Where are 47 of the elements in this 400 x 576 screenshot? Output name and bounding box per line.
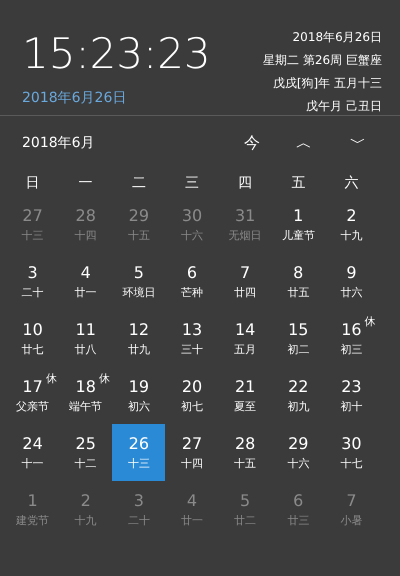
holiday-label: 休 bbox=[364, 314, 376, 328]
date-info-line: 戊戌[狗]年 五月十三 bbox=[272, 75, 382, 92]
weekday-label: 五 bbox=[290, 174, 306, 193]
calendar-day[interactable]: 21 夏至 bbox=[218, 367, 272, 424]
clock-time: 15:23:23 bbox=[22, 28, 211, 80]
calendar-day[interactable]: 8 廿五 bbox=[272, 253, 325, 310]
calendar-day[interactable]: 9 廿六 bbox=[324, 253, 378, 310]
calendar-day[interactable]: 20 初七 bbox=[165, 367, 219, 424]
calendar-day[interactable]: 27 十四 bbox=[165, 424, 219, 481]
next-month-button[interactable]: ﹀ bbox=[338, 131, 378, 155]
calendar-day[interactable]: 5 环境日 bbox=[112, 253, 166, 310]
holiday-label: 休 bbox=[98, 372, 110, 386]
weekday-label: 四 bbox=[237, 174, 254, 193]
calendar-day[interactable]: 22 初九 bbox=[272, 367, 325, 424]
calendar-day[interactable]: 12 廿九 bbox=[112, 310, 166, 367]
calendar-day[interactable]: 4 廿一 bbox=[59, 253, 112, 310]
calendar-day[interactable]: 1 儿童节 bbox=[272, 196, 325, 253]
holiday-label: 休 bbox=[46, 372, 57, 386]
date-info-line: 戊午月 己丑日 bbox=[306, 98, 382, 115]
weekday-label: 一 bbox=[78, 174, 94, 193]
calendar-day[interactable]: 3 二十 bbox=[6, 253, 60, 310]
calendar-day[interactable]: 26 十三 bbox=[112, 424, 166, 481]
calendar-day[interactable]: 29 十六 bbox=[272, 424, 325, 481]
weekday-label: 二 bbox=[130, 174, 147, 193]
calendar-day[interactable]: 15 初二 bbox=[272, 310, 325, 367]
today-button[interactable]: 今 bbox=[232, 131, 272, 155]
previous-month-button[interactable]: ︿ bbox=[284, 131, 324, 155]
calendar-day[interactable]: 14 五月 bbox=[218, 310, 272, 367]
clock-date[interactable]: 2018年6月26日 bbox=[22, 88, 211, 109]
calendar-day[interactable]: 19 初六 bbox=[112, 367, 166, 424]
calendar-day[interactable]: 30 十七 bbox=[324, 424, 378, 481]
calendar-day[interactable]: 2 十九 bbox=[324, 196, 378, 253]
calendar-day[interactable]: 10 廿七 bbox=[6, 310, 60, 367]
date-info-line: 星期二 第26周 巨蟹座 bbox=[263, 52, 382, 69]
weekday-label: 日 bbox=[24, 174, 41, 193]
date-info-line: 2018年6月26日 bbox=[292, 29, 382, 46]
calendar-day[interactable]: 6 芒种 bbox=[165, 253, 219, 310]
month-title[interactable]: 2018年6月 bbox=[22, 132, 232, 154]
calendar-day[interactable]: 11 廿八 bbox=[59, 310, 112, 367]
calendar-day[interactable]: 25 十二 bbox=[59, 424, 112, 481]
calendar-day[interactable]: 24 十一 bbox=[6, 424, 60, 481]
calendar-day[interactable]: 13 三十 bbox=[165, 310, 219, 367]
calendar-day[interactable]: 28 十五 bbox=[218, 424, 272, 481]
calendar-day[interactable]: 7 廿四 bbox=[218, 253, 272, 310]
weekday-label: 六 bbox=[343, 174, 360, 193]
weekday-label: 三 bbox=[184, 174, 200, 193]
calendar-day[interactable]: 23 初十 bbox=[324, 367, 378, 424]
